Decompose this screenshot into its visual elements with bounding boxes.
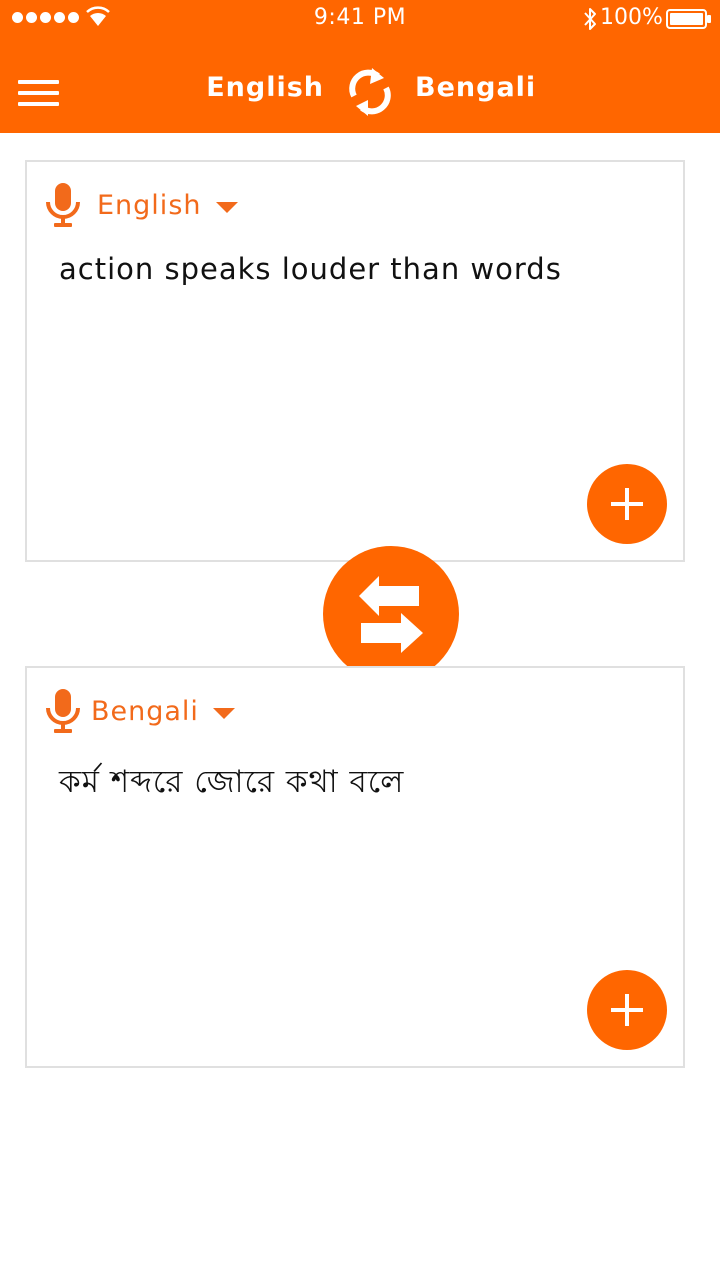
target-language-label: Bengali <box>91 695 199 727</box>
battery-percentage: 100% <box>600 5 663 30</box>
bluetooth-icon <box>584 8 596 30</box>
swap-arrows-icon[interactable] <box>348 66 392 118</box>
swap-arrows-icon <box>359 576 423 653</box>
source-language-dropdown[interactable]: English <box>45 180 238 230</box>
add-source-button[interactable] <box>587 464 667 544</box>
translated-text: কর্ম শব্দরে জোরে কথা বলে <box>59 764 405 800</box>
source-text[interactable]: action speaks louder than words <box>59 252 562 286</box>
status-bar: 9:41 PM 100% <box>0 0 720 38</box>
target-language-dropdown[interactable]: Bengali <box>45 686 235 736</box>
target-text-card: Bengali কর্ম শব্দরে জোরে কথা বলে <box>25 666 685 1068</box>
microphone-icon[interactable] <box>45 182 81 228</box>
add-target-button[interactable] <box>587 970 667 1050</box>
chevron-down-icon <box>212 707 235 719</box>
microphone-icon[interactable] <box>45 688 81 734</box>
battery-icon <box>666 9 711 29</box>
header-source-language[interactable]: English <box>206 72 324 103</box>
source-language-label: English <box>97 189 202 221</box>
language-selector-bar: English Bengali <box>0 62 720 122</box>
app-header: 9:41 PM 100% English Bengali <box>0 0 720 133</box>
chevron-down-icon <box>215 201 238 213</box>
swap-languages-button[interactable] <box>323 546 459 682</box>
header-target-language[interactable]: Bengali <box>415 72 536 103</box>
source-text-card: English action speaks louder than words <box>25 160 685 562</box>
